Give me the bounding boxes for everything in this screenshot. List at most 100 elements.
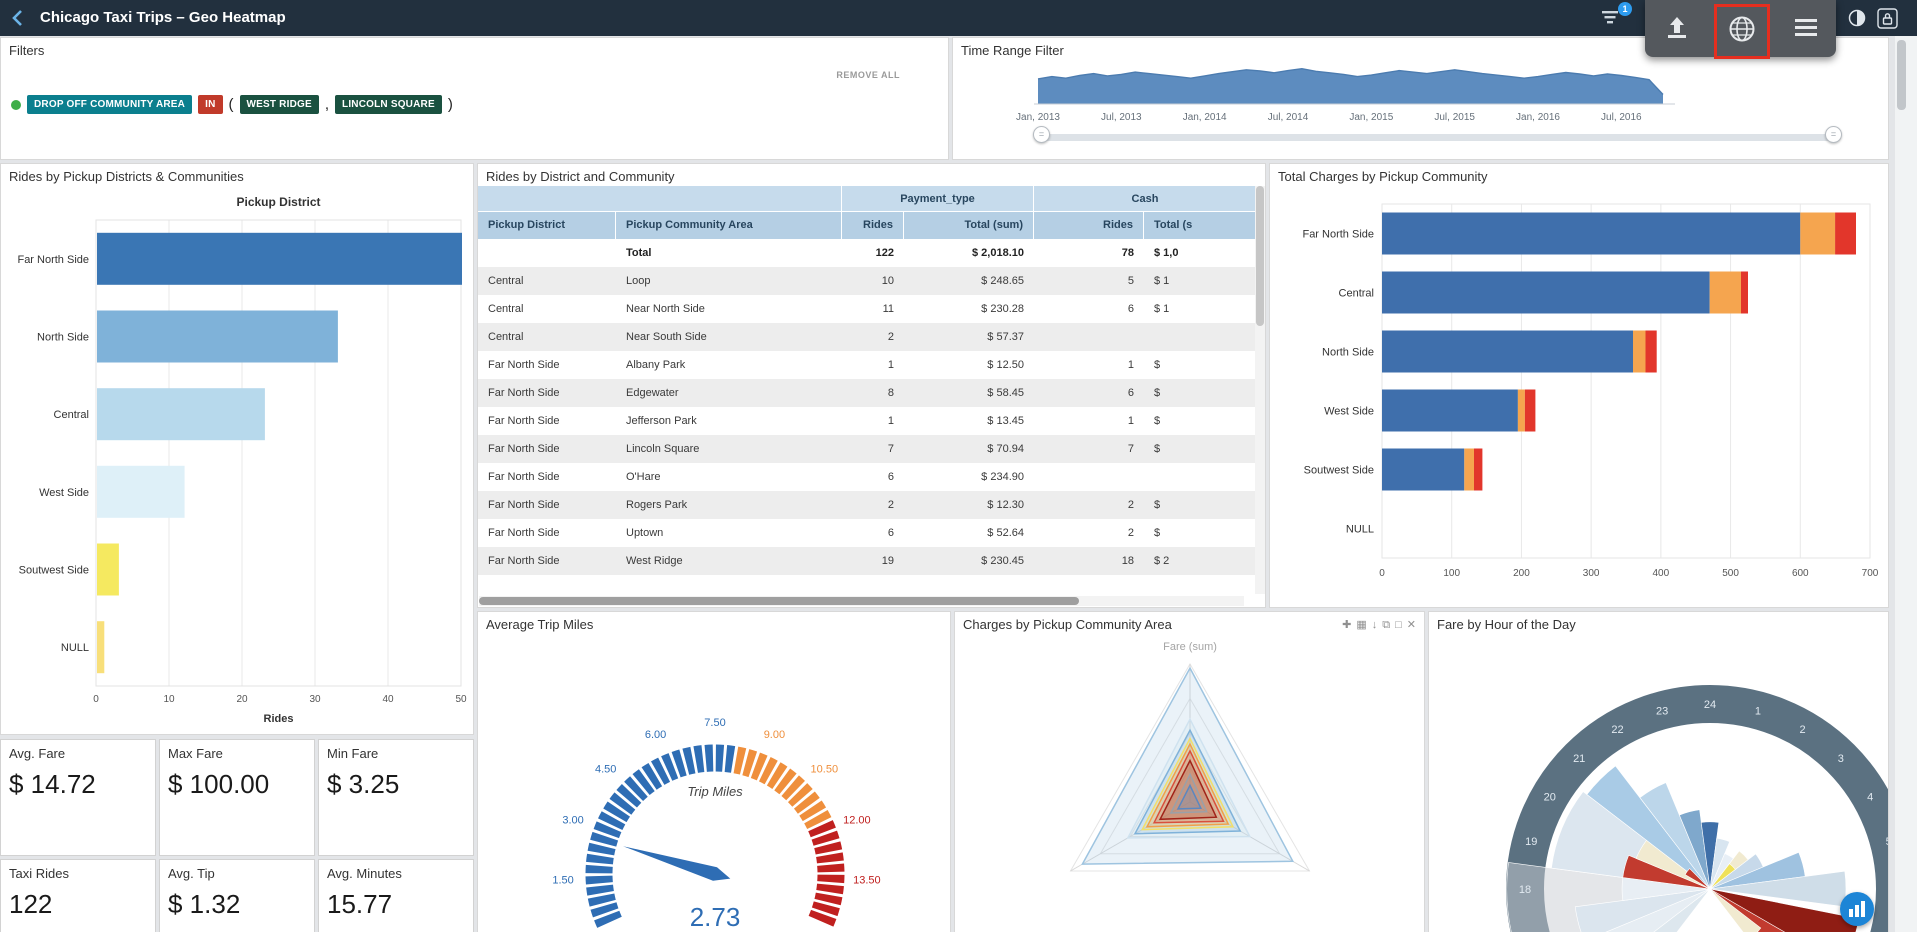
table-cell: $ 1,0 (1144, 239, 1257, 267)
bar[interactable] (97, 544, 119, 596)
svg-text:50: 50 (455, 694, 467, 705)
table-cell: $ 13.45 (904, 407, 1034, 435)
table-row[interactable]: CentralLoop10$ 248.655$ 1 (478, 267, 1257, 295)
table-hscroll-thumb[interactable] (479, 597, 1079, 605)
svg-text:Central: Central (54, 409, 89, 421)
time-range-slider-handle-left[interactable]: = (1033, 126, 1050, 143)
chart-toolbar-icon[interactable]: ✕ (1407, 619, 1416, 631)
chart-toolbar-icon[interactable]: ✚ (1342, 619, 1351, 631)
table-cell: $ (1144, 351, 1257, 379)
stacked-chart-title: Total Charges by Pickup Community (1270, 164, 1888, 186)
bar[interactable] (97, 466, 185, 518)
remove-all-button[interactable]: REMOVE ALL (836, 70, 900, 80)
stacked-bar-segment[interactable] (1382, 449, 1464, 491)
table-row[interactable]: Far North SideUptown6$ 52.642$ (478, 519, 1257, 547)
stacked-bar-segment[interactable] (1474, 449, 1482, 491)
stacked-bar-segment[interactable] (1800, 213, 1835, 255)
time-range-slider-track[interactable] (1041, 134, 1841, 141)
lock-icon[interactable] (1877, 8, 1898, 34)
chart-toolbar-icon[interactable]: ⧉ (1382, 619, 1390, 631)
filter-field-chip[interactable]: DROP OFF COMMUNITY AREA (27, 95, 192, 114)
table-cell: Rogers Park (616, 491, 842, 519)
table-vertical-scrollbar[interactable] (1255, 186, 1265, 594)
stacked-bar-segment[interactable] (1633, 331, 1646, 373)
stacked-bar-segment[interactable] (1382, 390, 1518, 432)
stacked-bar-segment[interactable] (1741, 272, 1748, 314)
table-cell: $ 1 (1144, 267, 1257, 295)
charges-radar-chart[interactable]: Fare (sum) (955, 634, 1424, 932)
table-cell (1144, 463, 1257, 491)
table-row[interactable]: Far North SideRogers Park2$ 12.302$ (478, 491, 1257, 519)
table-row[interactable]: Far North SideAlbany Park1$ 12.501$ (478, 351, 1257, 379)
filter-value-chip[interactable]: LINCOLN SQUARE (335, 95, 442, 114)
page-scrollbar[interactable] (1895, 36, 1917, 932)
svg-text:Soutwest Side: Soutwest Side (19, 565, 89, 577)
table-row[interactable]: Far North SideLincoln Square7$ 70.947$ (478, 435, 1257, 463)
panel-rides-table: Rides by District and Community Payment_… (477, 163, 1266, 608)
stacked-bar-segment[interactable] (1382, 272, 1710, 314)
svg-text:40: 40 (382, 694, 394, 705)
contrast-icon[interactable] (1848, 9, 1866, 32)
table-cell: O'Hare (616, 463, 842, 491)
table-cell (1144, 323, 1257, 351)
page-scrollbar-thumb[interactable] (1897, 40, 1906, 110)
table-vscroll-thumb[interactable] (1256, 186, 1264, 326)
fare-by-hour-rose-chart[interactable]: 123456789101112131415161718192021222324 (1429, 634, 1888, 932)
stacked-bar-segment[interactable] (1382, 331, 1633, 373)
table-row[interactable]: Far North SideJefferson Park1$ 13.451$ (478, 407, 1257, 435)
svg-text:300: 300 (1583, 568, 1600, 579)
trip-miles-gauge[interactable]: 1.503.004.506.007.509.0010.5012.0013.50T… (478, 634, 950, 932)
stacked-bar-segment[interactable] (1710, 272, 1741, 314)
chart-toolbar-icon[interactable]: ↓ (1372, 619, 1378, 631)
svg-text:NULL: NULL (1346, 524, 1374, 536)
rides-bar-chart[interactable]: Pickup District01020304050Far North Side… (1, 186, 473, 735)
stacked-bar-segment[interactable] (1464, 449, 1474, 491)
table-cell: 19 (842, 547, 904, 575)
bar-chart-title: Rides by Pickup Districts & Communities (1, 164, 473, 186)
filter-value-chip[interactable]: WEST RIDGE (240, 95, 319, 114)
stacked-bar-segment[interactable] (1518, 390, 1525, 432)
svg-text:10: 10 (163, 694, 175, 705)
stacked-bar-segment[interactable] (1382, 213, 1800, 255)
svg-text:Jan, 2016: Jan, 2016 (1516, 112, 1560, 123)
stacked-bar-segment[interactable] (1525, 390, 1536, 432)
kpi-label: Avg. Tip (160, 860, 314, 881)
table-row[interactable]: Far North SideWest Ridge19$ 230.4518$ 2 (478, 547, 1257, 575)
table-title: Rides by District and Community (478, 164, 1265, 186)
table-cell: Far North Side (478, 435, 616, 463)
bar[interactable] (97, 388, 265, 440)
chart-toolbar-icon[interactable]: □ (1395, 619, 1402, 631)
svg-text:2.73: 2.73 (690, 902, 741, 932)
kpi-label: Taxi Rides (1, 860, 155, 881)
svg-text:13.50: 13.50 (853, 874, 881, 886)
table-row[interactable]: CentralNear South Side2$ 57.37 (478, 323, 1257, 351)
filter-operator-chip[interactable]: IN (198, 95, 222, 114)
bar[interactable] (97, 311, 338, 363)
table-cell: 2 (842, 323, 904, 351)
table-cell: Total (s (1144, 212, 1257, 239)
bar[interactable] (97, 233, 462, 285)
bar[interactable] (97, 621, 104, 673)
filters-title: Filters (1, 38, 948, 60)
table-cell: $ (1144, 491, 1257, 519)
time-range-area-chart[interactable]: Jan, 2013Jul, 2013Jan, 2014Jul, 2014Jan,… (953, 60, 1890, 132)
table-cell: Pickup Community Area (616, 212, 842, 239)
svg-text:500: 500 (1722, 568, 1739, 579)
menu-icon[interactable] (1793, 14, 1819, 45)
upload-icon[interactable] (1663, 14, 1691, 47)
table-row[interactable]: CentralNear North Side11$ 230.286$ 1 (478, 295, 1257, 323)
stacked-bar-segment[interactable] (1646, 331, 1657, 373)
chart-type-button[interactable] (1840, 892, 1874, 926)
chart-toolbar: ✚ ▦ ↓ ⧉ □ ✕ (1337, 618, 1416, 632)
table-header-row: Payment_typeCash (478, 186, 1257, 212)
table-row[interactable]: Far North SideEdgewater8$ 58.456$ (478, 379, 1257, 407)
table-horizontal-scrollbar[interactable] (479, 596, 1244, 606)
stacked-bar-segment[interactable] (1835, 213, 1856, 255)
table-cell: 10 (842, 267, 904, 295)
time-range-slider-handle-right[interactable]: = (1825, 126, 1842, 143)
back-button[interactable] (8, 7, 30, 34)
table-row[interactable]: Far North SideO'Hare6$ 234.90 (478, 463, 1257, 491)
chart-toolbar-icon[interactable]: ▦ (1356, 619, 1366, 631)
table-row[interactable]: Total122$ 2,018.1078$ 1,0 (478, 239, 1257, 267)
charges-stacked-bar-chart[interactable]: 0100200300400500600700Far North SideCent… (1270, 186, 1888, 606)
